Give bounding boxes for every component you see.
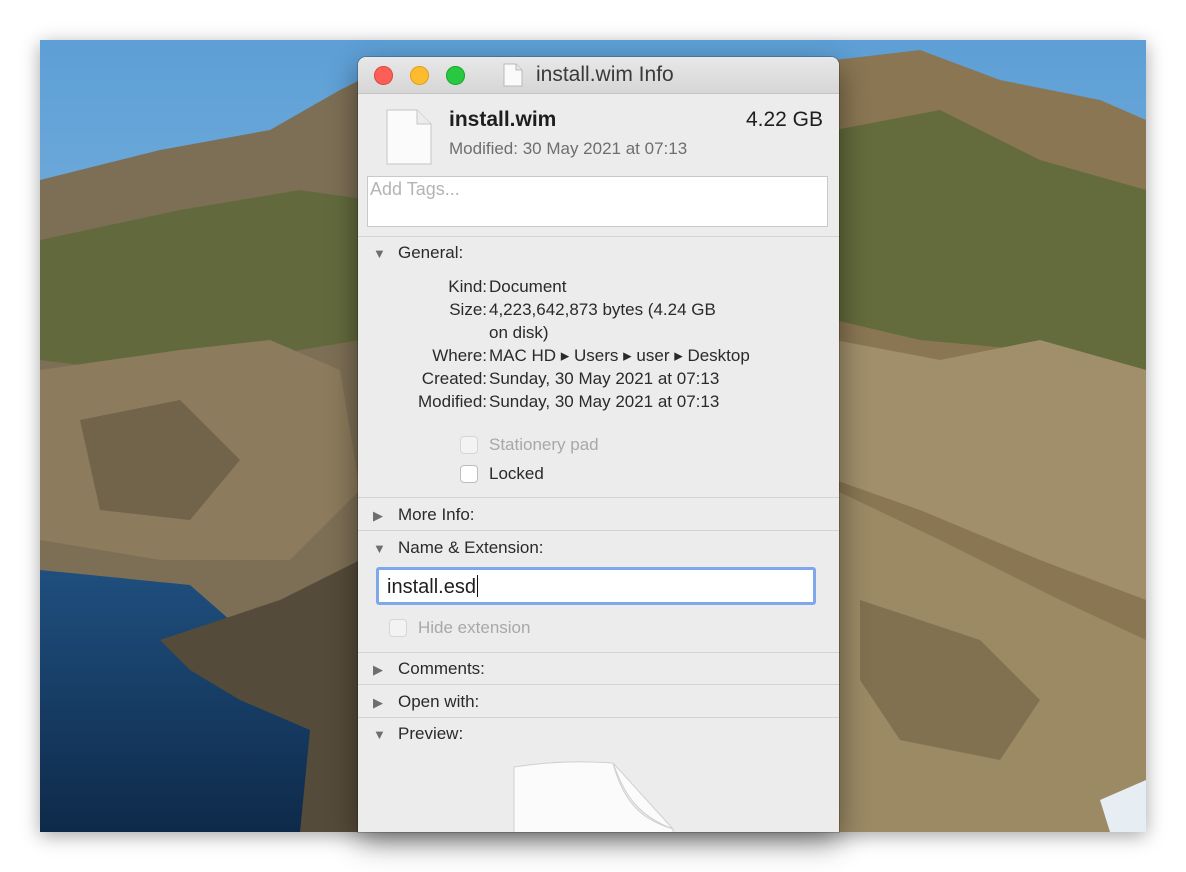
disclosure-triangle-open-icon[interactable]: ▼ [373,727,387,742]
kind-value: Document [489,277,567,296]
size-label: Size: [449,300,487,319]
document-icon [386,109,432,165]
text-caret [476,575,478,597]
section-name-extension-label: Name & Extension: [398,538,544,557]
section-name-extension-header[interactable]: ▼ Name & Extension: [373,538,544,558]
file-name: install.wim [449,108,557,131]
section-general-header[interactable]: ▼ General: [373,243,463,263]
section-preview-header[interactable]: ▼ Preview: [373,724,463,744]
divider [358,497,839,498]
modified-label: Modified: [418,392,487,411]
disclosure-triangle-open-icon[interactable]: ▼ [373,246,387,261]
disclosure-triangle-closed-icon[interactable]: ▶ [373,508,387,524]
zoom-button[interactable] [446,66,465,85]
stationery-pad-checkbox[interactable] [460,436,478,454]
section-more-info-label: More Info: [398,505,475,524]
size-value: 4,223,642,873 bytes (4.24 GB [489,300,716,319]
created-value: Sunday, 30 May 2021 at 07:13 [489,369,720,388]
hide-extension-label: Hide extension [418,618,531,637]
where-value: MAC HD ▸ Users ▸ user ▸ Desktop [489,346,750,365]
section-more-info-header[interactable]: ▶ More Info: [373,505,475,525]
section-comments-header[interactable]: ▶ Comments: [373,659,485,679]
minimize-button[interactable] [410,66,429,85]
file-size: 4.22 GB [745,108,823,131]
section-comments-label: Comments: [398,659,485,678]
window-title: install.wim Info [536,63,674,86]
name-extension-value: install.esd [387,576,476,598]
locked-checkbox[interactable] [460,465,478,483]
divider [358,652,839,653]
disclosure-triangle-open-icon[interactable]: ▼ [373,541,387,556]
file-modified: Modified: 30 May 2021 at 07:13 [449,139,688,158]
disclosure-triangle-closed-icon[interactable]: ▶ [373,662,387,678]
stationery-pad-label: Stationery pad [489,435,599,454]
preview-document-icon [513,761,674,832]
tags-field[interactable]: Add Tags... [367,176,828,227]
name-extension-input[interactable]: install.esd [376,567,816,605]
divider [358,684,839,685]
created-label: Created: [421,369,487,388]
disclosure-triangle-closed-icon[interactable]: ▶ [373,695,387,711]
where-label: Where: [432,346,487,365]
kind-label: Kind: [448,277,487,296]
close-button[interactable] [374,66,393,85]
divider [358,530,839,531]
locked-label: Locked [489,464,544,483]
divider [358,236,839,237]
section-open-with-header[interactable]: ▶ Open with: [373,692,479,712]
divider [358,717,839,718]
tags-placeholder: Add Tags... [370,179,460,199]
title-bar[interactable]: install.wim Info [358,57,839,94]
document-icon [503,63,523,87]
section-general-label: General: [398,243,464,262]
size-value-cont: on disk) [489,323,549,342]
hide-extension-checkbox[interactable] [389,619,407,637]
get-info-window: install.wim Info install.wim 4.22 GB Mod… [358,57,839,832]
modified-value: Sunday, 30 May 2021 at 07:13 [489,392,720,411]
section-open-with-label: Open with: [398,692,480,711]
section-preview-label: Preview: [398,724,464,743]
